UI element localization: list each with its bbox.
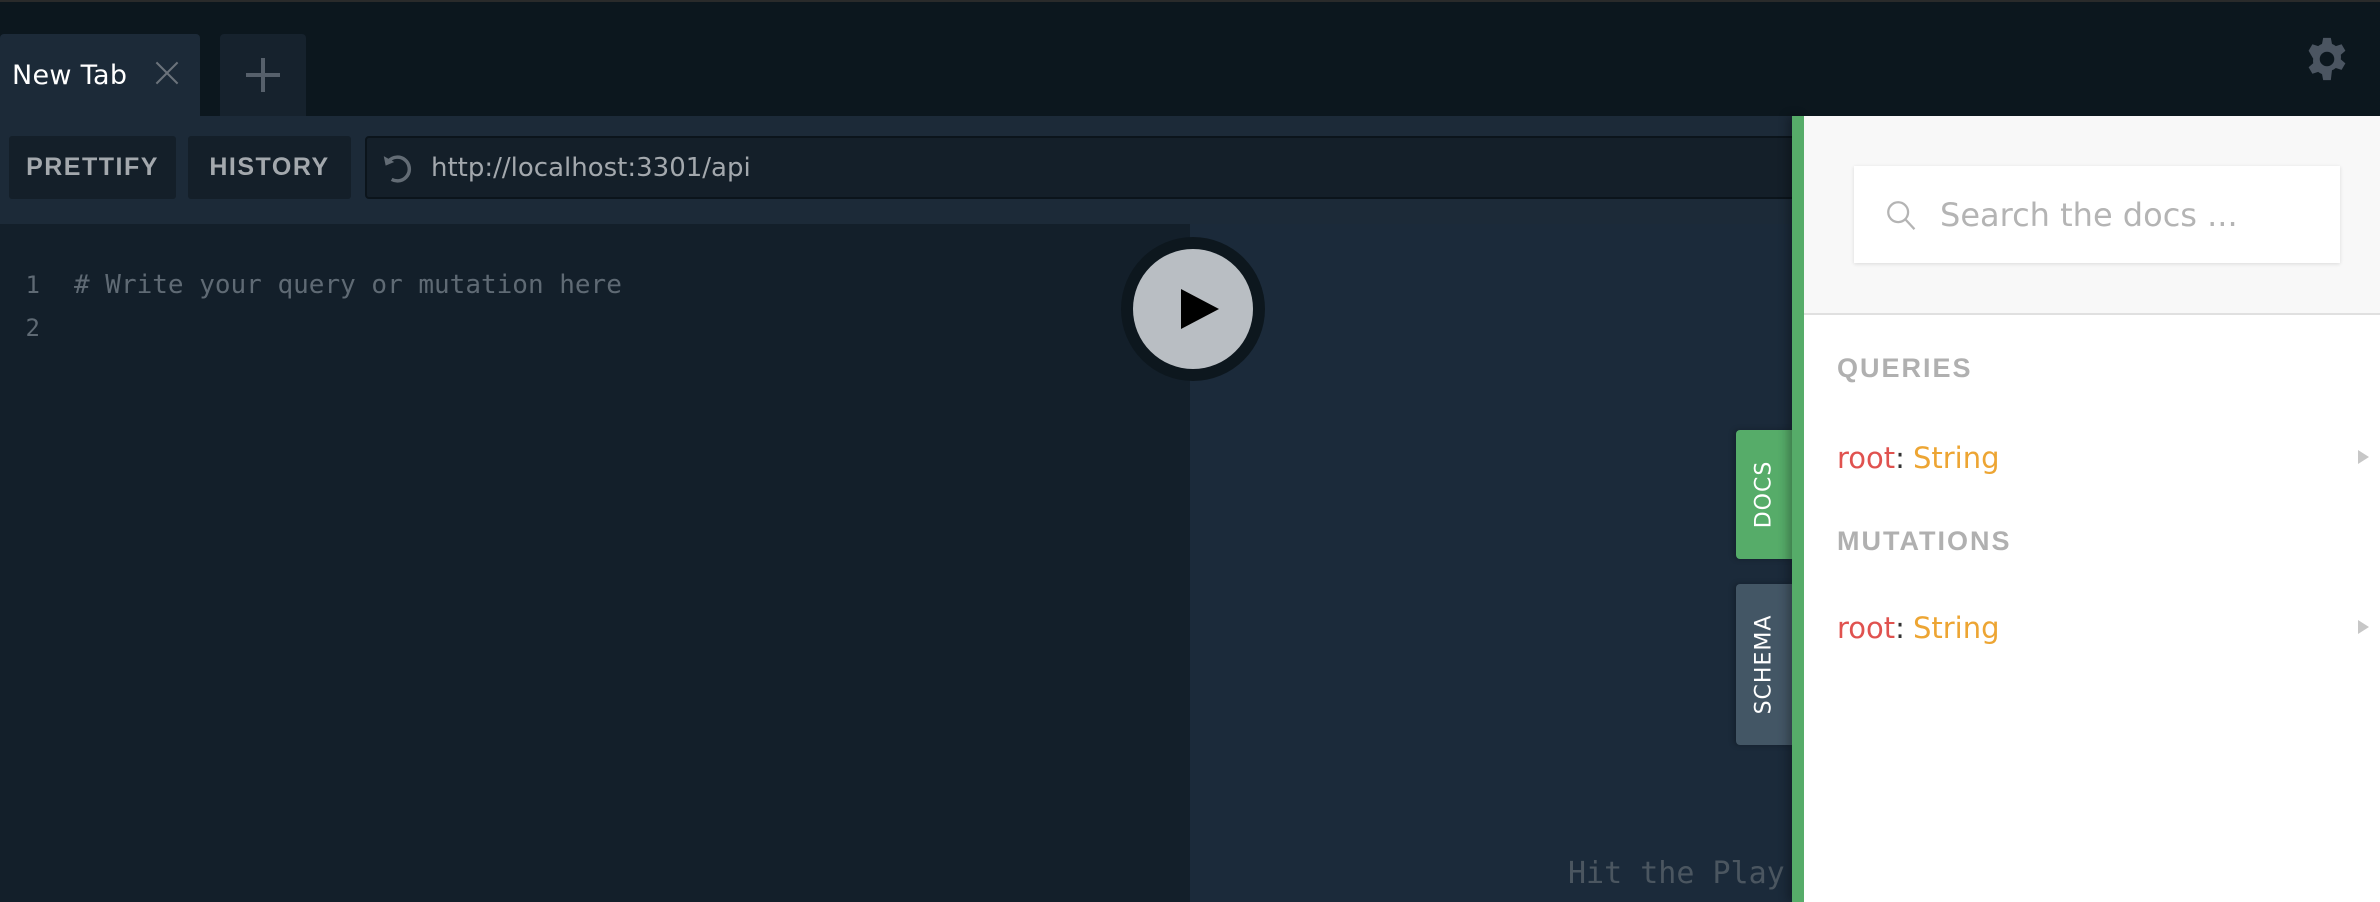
field-name: root	[1837, 441, 1896, 475]
search-icon	[1887, 200, 1916, 230]
query-field-root[interactable]: root : String	[1837, 435, 2377, 481]
gear-icon[interactable]	[2304, 36, 2350, 82]
docs-tab-label: DOCS	[1751, 460, 1777, 529]
chevron-right-icon	[2358, 450, 2369, 464]
chevron-right-icon	[2358, 620, 2369, 634]
add-tab-button[interactable]	[220, 34, 306, 116]
tab-bar	[0, 2, 2380, 116]
run-query-button[interactable]	[1121, 237, 1265, 381]
close-icon[interactable]	[154, 60, 180, 86]
field-type[interactable]: String	[1913, 611, 2000, 645]
history-button[interactable]: HISTORY	[188, 136, 351, 199]
prettify-button[interactable]: PRETTIFY	[9, 136, 176, 199]
mutations-section-title: MUTATIONS	[1837, 526, 2012, 556]
schema-side-tab[interactable]: SCHEMA	[1736, 584, 1792, 745]
line-number: 2	[25, 314, 40, 342]
tab-title: New Tab	[12, 59, 128, 91]
tab-new-tab[interactable]: New Tab	[0, 34, 200, 116]
endpoint-url[interactable]: http://localhost:3301/api	[431, 153, 751, 183]
field-type[interactable]: String	[1913, 441, 2000, 475]
docs-search-input[interactable]	[1940, 195, 2320, 234]
field-colon: :	[1895, 441, 1905, 475]
play-icon	[1133, 249, 1253, 369]
docs-side-tab[interactable]: DOCS	[1736, 430, 1792, 559]
editor-line: 1 # Write your query or mutation here	[0, 265, 622, 305]
endpoint-url-field[interactable]: http://localhost:3301/api	[365, 136, 1805, 199]
docs-panel-resize-handle[interactable]	[1792, 116, 1804, 902]
query-editor[interactable]: 1 # Write your query or mutation here 2	[0, 224, 1190, 902]
editor-toolbar: PRETTIFY HISTORY http://localhost:3301/a…	[0, 116, 1805, 224]
results-placeholder: Hit the Play Button to get a response he…	[1568, 856, 1792, 891]
field-colon: :	[1895, 611, 1905, 645]
docs-search-header	[1804, 116, 2380, 315]
line-number: 1	[25, 271, 40, 299]
schema-tab-label: SCHEMA	[1751, 614, 1777, 715]
reload-icon[interactable]	[379, 149, 417, 187]
results-pane: Hit the Play Button to get a response he…	[1190, 224, 1792, 902]
line-code[interactable]: # Write your query or mutation here	[74, 270, 622, 300]
queries-section-title: QUERIES	[1837, 353, 1973, 383]
editor-line: 2	[0, 308, 74, 348]
plus-icon	[246, 58, 280, 92]
mutation-field-root[interactable]: root : String	[1837, 605, 2377, 651]
docs-panel: QUERIES root : String MUTATIONS root : S…	[1804, 116, 2380, 902]
field-name: root	[1837, 611, 1896, 645]
docs-search-box[interactable]	[1854, 166, 2340, 263]
